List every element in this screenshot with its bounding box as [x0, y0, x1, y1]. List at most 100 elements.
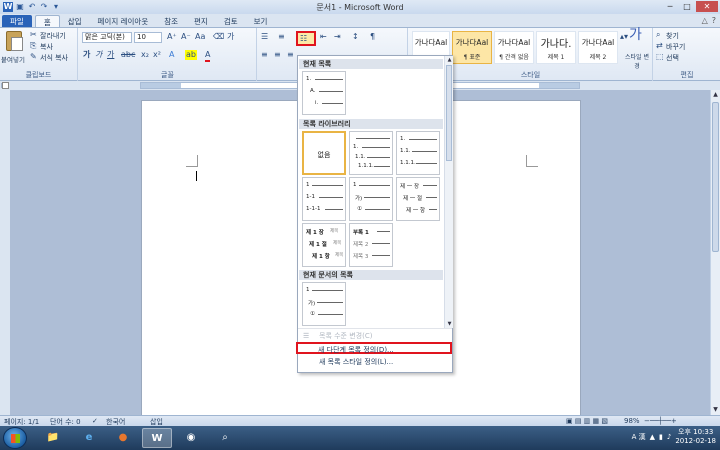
dropdown-scrollbar[interactable]: ▲ ▼ [444, 56, 453, 328]
scroll-thumb[interactable] [712, 102, 719, 252]
section-list-library: 목록 라이브러리 [299, 119, 443, 129]
close-button[interactable]: ✕ [696, 1, 718, 12]
clock[interactable]: 오후 10:33 2012-02-18 [675, 428, 716, 446]
help-icon[interactable]: ? [712, 16, 716, 25]
word-taskbar-icon[interactable]: W [142, 428, 172, 448]
clear-format-icon[interactable]: ⌫ [213, 32, 224, 42]
ime-indicator[interactable]: A 漢 [632, 432, 646, 442]
cut-button[interactable]: 잘라내기 [40, 31, 66, 41]
subscript-icon[interactable]: x₂ [141, 50, 149, 60]
dropdown-scroll-up-icon[interactable]: ▲ [445, 56, 454, 64]
style-item-heading2[interactable]: 가나다Aal 제목 2 [578, 31, 618, 64]
indent-decrease-icon[interactable]: ⇤ [320, 32, 327, 42]
change-case-icon[interactable]: Aa [195, 32, 205, 42]
font-color-icon[interactable]: A [205, 50, 211, 62]
library-item-appendix[interactable]: 부록 1 제목 2 제목 3 [349, 223, 393, 267]
font-size-combo[interactable]: 10 [134, 32, 162, 43]
vertical-scrollbar[interactable]: ▲ ▼ [710, 90, 720, 415]
dropdown-scroll-down-icon[interactable]: ▼ [445, 320, 454, 328]
styles-scroll-icon[interactable]: ▴▾ [620, 32, 628, 42]
network-icon[interactable]: ▮ [659, 433, 663, 441]
highlight-color-icon[interactable]: ab [185, 50, 197, 60]
dropdown-scroll-thumb[interactable] [446, 65, 452, 161]
library-item-chapter-number[interactable]: 제 1 장 제목 제 1 절 제목 제 1 항 제목 [302, 223, 346, 267]
maximize-button[interactable]: □ [679, 1, 695, 12]
find-button[interactable]: 찾기 [666, 31, 679, 41]
firefox-icon[interactable]: ● [108, 428, 138, 448]
zoom-slider[interactable]: −──┼──+ [644, 417, 677, 425]
ie-icon[interactable]: e [74, 428, 104, 448]
bullets-icon[interactable]: ☰ [261, 32, 268, 42]
app-icon[interactable]: ◉ [176, 428, 206, 448]
explorer-icon[interactable]: 📁 [38, 428, 68, 448]
thumb-level-2: A. [310, 88, 316, 94]
style-item-heading1[interactable]: 가나다. 제목 1 [536, 31, 576, 64]
minimize-button[interactable]: ─ [662, 1, 678, 12]
change-styles-button[interactable]: 스타일 변경 [623, 52, 651, 70]
library-item-dash[interactable]: 1 1-1 1-1-1 [302, 177, 346, 221]
minimize-ribbon-icon[interactable]: △ [702, 16, 708, 25]
cut-icon[interactable]: ✂ [30, 30, 37, 40]
text-effects-icon[interactable]: A [169, 50, 174, 60]
zoom-level[interactable]: 98% [624, 417, 640, 425]
replace-icon[interactable]: ⇄ [656, 41, 663, 51]
library-item-legal[interactable]: 1. 1.1. 1.1.1. [396, 131, 440, 175]
select-icon[interactable]: ⬚ [656, 52, 664, 62]
superscript-icon[interactable]: x² [153, 50, 161, 60]
copy-icon[interactable]: ⎘ [30, 41, 36, 51]
paste-icon[interactable] [6, 31, 23, 51]
numbering-icon[interactable]: ≡ [278, 32, 285, 42]
align-center-icon[interactable]: ≡ [274, 50, 281, 60]
proofing-icon[interactable]: ✓ [92, 417, 98, 425]
current-list-thumbnail[interactable]: 1. A. i. [302, 71, 346, 115]
phonetic-guide-icon[interactable]: 가 [227, 32, 234, 42]
font-name-combo[interactable]: 맑은 고딕(본) [82, 32, 132, 43]
find-icon[interactable]: ⌕ [656, 30, 660, 40]
format-painter-icon[interactable]: ✎ [30, 52, 37, 62]
search-app-icon[interactable]: ⌕ [210, 428, 240, 448]
shrink-font-icon[interactable]: A⁻ [181, 32, 191, 42]
style-preview: 가나다. [540, 39, 572, 50]
grow-font-icon[interactable]: A⁺ [167, 32, 177, 42]
select-button[interactable]: 선택 [666, 53, 679, 63]
sort-icon[interactable]: ↕ [352, 32, 359, 42]
scroll-down-icon[interactable]: ▼ [711, 405, 720, 415]
font-group-label: 글꼴 [161, 71, 174, 79]
undo-icon[interactable]: ↶ [27, 2, 37, 12]
define-new-multilevel-list-item[interactable]: 새 다단계 목록 정의(D)... [296, 342, 452, 354]
redo-icon[interactable]: ↷ [39, 2, 49, 12]
style-item-normal[interactable]: 가나다Aal ¶ 표준 [452, 31, 492, 64]
italic-button[interactable]: 가 [95, 50, 102, 60]
thumb-level-1: 제 一 장 [400, 184, 420, 190]
thumb-line [409, 139, 437, 140]
multilevel-list-button[interactable]: ☷ [296, 31, 316, 46]
define-new-list-style-item[interactable]: 새 목록 스타일 정의(L)... [299, 356, 451, 368]
paste-button[interactable]: 붙여넣기 [1, 54, 25, 64]
change-styles-icon[interactable]: 가 [629, 28, 642, 42]
indent-increase-icon[interactable]: ⇥ [334, 32, 341, 42]
tray-arrow-icon[interactable]: ▲ [650, 433, 655, 441]
format-painter-button[interactable]: 서식 복사 [40, 53, 68, 63]
library-item-korean[interactable]: 1 가) ① [349, 177, 393, 221]
library-item-chapter-hanja[interactable]: 제 一 장 제 一 절 제 一 항 [396, 177, 440, 221]
save-icon[interactable]: ▣ [15, 2, 25, 12]
align-left-icon[interactable]: ≡ [261, 50, 268, 60]
document-list-thumbnail[interactable]: 1 가) ① [302, 282, 346, 326]
underline-button[interactable]: 가 [107, 50, 114, 60]
view-buttons[interactable]: ▣ ▤ ▥ ▦ ▧ [566, 417, 608, 425]
scroll-up-icon[interactable]: ▲ [711, 90, 720, 100]
library-item-decimal[interactable]: 1. 1.1. 1.1.1. [349, 131, 393, 175]
bold-button[interactable]: 가 [83, 50, 90, 60]
library-none[interactable]: 없음 [302, 131, 346, 175]
style-preview: 가나다Aal [581, 38, 615, 47]
replace-button[interactable]: 바꾸기 [666, 42, 685, 52]
show-marks-icon[interactable]: ¶ [370, 32, 375, 42]
style-item-no-spacing[interactable]: 가나다Aal ¶ 간격 없음 [494, 31, 534, 64]
start-button[interactable] [3, 427, 27, 449]
strikethrough-icon[interactable]: abc [121, 50, 135, 60]
customize-qat-icon[interactable]: ▾ [51, 2, 61, 12]
none-label: 없음 [317, 151, 331, 159]
volume-icon[interactable]: ♪ [667, 433, 671, 441]
copy-button[interactable]: 복사 [40, 42, 53, 52]
align-right-icon[interactable]: ≡ [287, 50, 294, 60]
